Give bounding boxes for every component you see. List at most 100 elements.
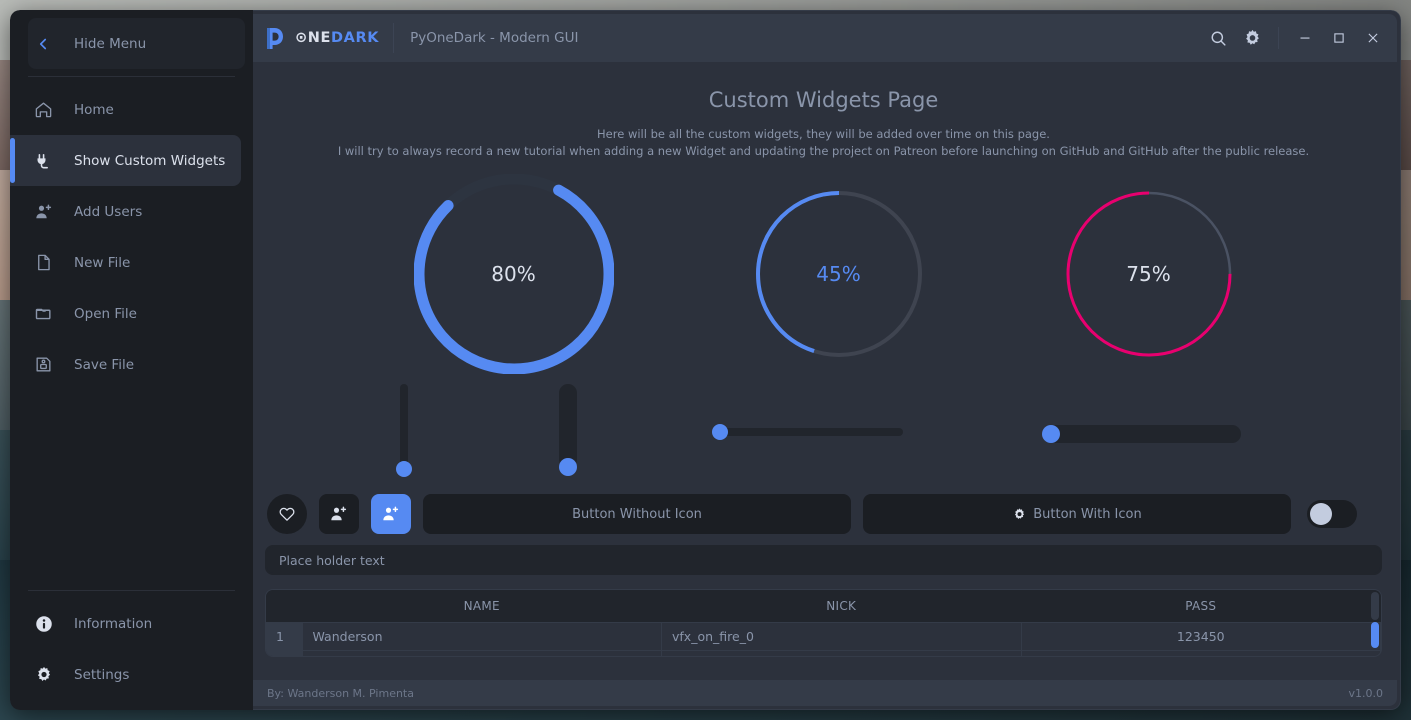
circular-progress-45[interactable]: 45% (754, 189, 924, 359)
sidebar-item-label: Add Users (74, 203, 143, 220)
vertical-slider-thin[interactable] (396, 384, 412, 477)
title-bar-separator (1278, 27, 1279, 49)
circular-progress-row: 80% 45% 75% (265, 173, 1382, 375)
circular-progress-45-label: 45% (816, 262, 861, 286)
add-user-active-button[interactable] (371, 494, 411, 534)
horizontal-slider-thin-track (713, 428, 903, 436)
horizontal-slider-thin-handle[interactable] (712, 424, 728, 440)
credits-author: By: Wanderson M. Pimenta (267, 686, 414, 700)
credits-bar: By: Wanderson M. Pimenta v1.0.0 (253, 680, 1397, 706)
button-without-icon[interactable]: Button Without Icon (423, 494, 851, 534)
circular-progress-75-label: 75% (1126, 262, 1171, 286)
home-icon (34, 100, 60, 119)
button-with-icon[interactable]: Button With Icon (863, 494, 1291, 534)
table-row[interactable]: 2 Wanderson vfx_on_fire_1 123451 (266, 650, 1381, 656)
file-icon (34, 253, 60, 272)
gear-icon (34, 665, 60, 685)
users-table: NAME NICK PASS 1 Wanderson vfx_on_fire_0… (265, 589, 1382, 657)
buttons-row: Button Without Icon Button With Icon (265, 494, 1382, 534)
table-scrollbar[interactable] (1371, 622, 1379, 654)
table-header-index[interactable] (266, 590, 302, 623)
table-row[interactable]: 1 Wanderson vfx_on_fire_0 123450 (266, 622, 1381, 651)
users-table-body: 1 Wanderson vfx_on_fire_0 123450 2 Wande… (266, 622, 1381, 656)
app-logo: ⊙NEDARK (253, 23, 395, 53)
sidebar-item-label: Show Custom Widgets (74, 152, 226, 169)
vertical-slider-thin-track (400, 384, 408, 468)
users-table-element: NAME NICK PASS 1 Wanderson vfx_on_fire_0… (266, 590, 1381, 656)
maximize-icon[interactable] (1323, 22, 1355, 54)
sidebar-item-label: Settings (74, 666, 130, 683)
title-bar: ⊙NEDARK PyOneDark - Modern GUI (253, 14, 1397, 62)
table-cell-index: 2 (266, 650, 303, 656)
table-scrollbar-thumb[interactable] (1371, 622, 1379, 648)
table-header-row: NAME NICK PASS (266, 590, 1381, 623)
toggle-menu-label: Hide Menu (74, 35, 147, 52)
vertical-slider-thin-handle[interactable] (396, 461, 412, 477)
toggle-switch[interactable] (1307, 500, 1357, 528)
search-icon[interactable] (1202, 22, 1234, 54)
table-header-name[interactable]: NAME (302, 590, 662, 623)
page-content: Custom Widgets Page Here will be all the… (253, 62, 1400, 680)
logo-one-text: ⊙NE (295, 30, 331, 46)
app-logo-text: ⊙NEDARK (295, 30, 379, 46)
application-window: Hide Menu Home Show Custom Widgets Add U… (10, 10, 1401, 710)
credits-version: v1.0.0 (1348, 686, 1384, 700)
page-title: Custom Widgets Page (708, 88, 939, 112)
toggle-switch-knob (1310, 503, 1332, 525)
folder-icon (34, 304, 60, 324)
sidebar-item-open-file[interactable]: Open File (10, 288, 253, 339)
horizontal-slider-thin[interactable] (712, 424, 903, 440)
circular-progress-75[interactable]: 75% (1064, 189, 1234, 359)
table-cell-index: 1 (266, 622, 303, 651)
sidebar-item-show-custom-widgets[interactable]: Show Custom Widgets (10, 135, 241, 186)
sidebar-item-information[interactable]: Information (10, 598, 253, 649)
left-menu-top: Hide Menu Home Show Custom Widgets Add U… (10, 18, 253, 390)
sidebar-item-home[interactable]: Home (10, 84, 253, 135)
logo-dark-text: DARK (331, 30, 380, 46)
circular-progress-80-label: 80% (491, 262, 536, 286)
menu-divider-top (28, 76, 235, 77)
page-description-line-1: Here will be all the custom widgets, the… (597, 127, 1050, 141)
table-header-pass[interactable]: PASS (1021, 590, 1381, 623)
table-cell-pass: 123450 (1021, 622, 1381, 651)
add-user-icon (381, 504, 401, 524)
sliders-row (265, 380, 1382, 490)
sidebar-item-add-users[interactable]: Add Users (10, 186, 253, 237)
sidebar-item-label: Open File (74, 305, 137, 322)
page-description-line-2: I will try to always record a new tutori… (337, 144, 1310, 158)
heart-icon (278, 505, 296, 523)
add-user-button[interactable] (319, 494, 359, 534)
search-input[interactable] (265, 545, 1382, 575)
minimize-icon[interactable] (1289, 22, 1321, 54)
table-cell-name: Wanderson (302, 650, 662, 656)
gear-icon[interactable] (1236, 22, 1268, 54)
sidebar-item-label: Home (74, 101, 114, 118)
sidebar-item-label: Information (74, 615, 153, 632)
left-menu-spacer (10, 390, 253, 583)
vertical-slider-thick[interactable] (559, 384, 577, 476)
vertical-slider-thick-handle[interactable] (559, 458, 577, 476)
horizontal-slider-thick-handle[interactable] (1042, 425, 1060, 443)
table-cell-name: Wanderson (302, 622, 662, 651)
info-icon (34, 614, 60, 634)
pyonedark-logo-icon (265, 26, 287, 50)
plug-icon (34, 151, 60, 171)
users-table-head: NAME NICK PASS (266, 590, 1381, 623)
save-icon (34, 355, 60, 374)
circular-progress-80[interactable]: 80% (413, 173, 614, 375)
left-menu: Hide Menu Home Show Custom Widgets Add U… (10, 10, 253, 710)
right-app-frame: ⊙NEDARK PyOneDark - Modern GUI Custom Wi… (253, 10, 1401, 710)
table-scrollbar-track[interactable] (1371, 592, 1379, 620)
add-user-icon (329, 504, 349, 524)
toggle-menu-button[interactable]: Hide Menu (28, 18, 245, 69)
vertical-slider-thick-track (559, 384, 577, 468)
table-cell-nick: vfx_on_fire_0 (661, 622, 1022, 651)
sidebar-item-new-file[interactable]: New File (10, 237, 253, 288)
heart-button[interactable] (267, 494, 307, 534)
close-icon[interactable] (1357, 22, 1389, 54)
sidebar-item-settings[interactable]: Settings (10, 649, 253, 700)
sidebar-item-save-file[interactable]: Save File (10, 339, 253, 390)
table-header-nick[interactable]: NICK (661, 590, 1021, 623)
menu-divider-bottom (28, 590, 235, 591)
horizontal-slider-thick[interactable] (1042, 425, 1241, 443)
